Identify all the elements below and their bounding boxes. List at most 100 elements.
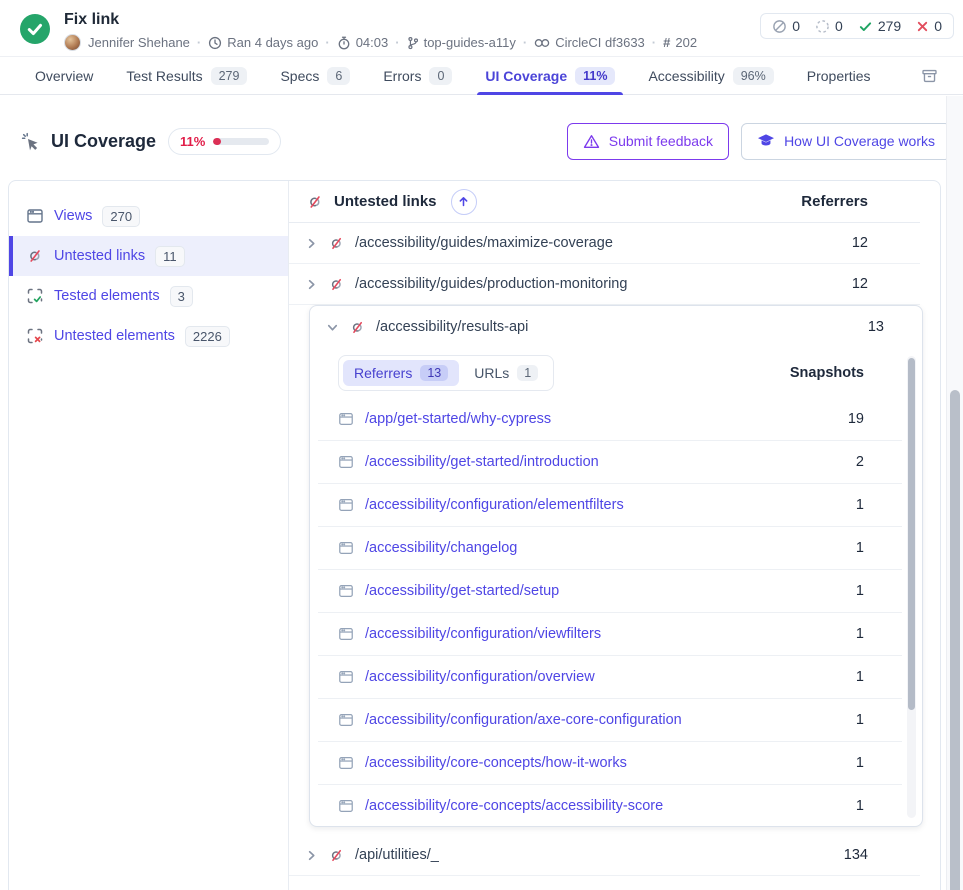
expanded-card-header: Referrers 13 URLs 1 Snapshots — [310, 348, 922, 398]
how-ui-coverage-works-button[interactable]: How UI Coverage works — [741, 123, 951, 160]
submit-feedback-button[interactable]: Submit feedback — [567, 123, 729, 160]
tab-referrers[interactable]: Referrers 13 — [343, 360, 459, 386]
referrer-row[interactable]: /accessibility/get-started/setup 1 — [318, 570, 902, 613]
referrers-count: 12 — [852, 276, 868, 292]
link-path: /api/utilities/_ — [355, 847, 439, 863]
snapshots-column-header: Snapshots — [790, 365, 864, 381]
link-row[interactable]: /accessibility/guides/maximize-coverage … — [289, 223, 920, 264]
run-build: # 202 — [663, 35, 697, 50]
link-row[interactable]: /accessibility/guides/production-monitor… — [289, 264, 920, 305]
sidebar-item-views[interactable]: Views 270 — [9, 196, 288, 236]
snapshots-count: 1 — [856, 583, 864, 599]
run-branch: top-guides-a11y — [407, 35, 516, 50]
sort-ascending-button[interactable] — [451, 189, 477, 215]
run-header: Fix link Jennifer Shehane · Ran 4 days a… — [0, 0, 963, 57]
snapshots-count: 19 — [848, 411, 864, 427]
tab-badge: 0 — [429, 67, 452, 85]
coverage-panel: Views 270 Untested links 11 Tested eleme… — [8, 180, 941, 890]
scrollbar-thumb[interactable] — [908, 358, 915, 710]
scrollbar-thumb[interactable] — [950, 390, 960, 890]
graduation-cap-icon — [757, 133, 775, 149]
chevron-right-icon — [305, 237, 318, 250]
tab-urls[interactable]: URLs 1 — [463, 360, 549, 386]
count-badge: 11 — [155, 246, 185, 267]
count-badge: 3 — [170, 286, 193, 307]
count-badge: 270 — [102, 206, 140, 227]
browser-window-icon — [338, 540, 354, 556]
pending-count: 0 — [815, 18, 843, 34]
tab-badge: 6 — [327, 67, 350, 85]
link-row[interactable]: /api/utilities/_ 134 — [289, 835, 920, 876]
referrer-path: /accessibility/get-started/introduction — [365, 454, 599, 470]
referrer-row[interactable]: /accessibility/core-concepts/how-it-work… — [318, 742, 902, 785]
tab-badge: 13 — [420, 365, 448, 381]
untested-links-list: Untested links Referrers /accessibility/… — [289, 181, 940, 890]
referrer-path: /app/get-started/why-cypress — [365, 411, 551, 427]
run-title: Fix link — [64, 10, 697, 30]
sidebar-item-untested-links[interactable]: Untested links 11 — [9, 236, 288, 276]
tab-overview[interactable]: Overview — [35, 57, 93, 94]
referrer-path: /accessibility/get-started/setup — [365, 583, 559, 599]
tab-specs[interactable]: Specs6 — [280, 57, 350, 94]
broken-link-icon — [26, 247, 44, 265]
referrer-row[interactable]: /accessibility/configuration/viewfilters… — [318, 613, 902, 656]
broken-link-icon — [328, 276, 345, 293]
tab-ui-coverage[interactable]: UI Coverage11% — [485, 57, 615, 94]
referrer-row[interactable]: /accessibility/changelog 1 — [318, 527, 902, 570]
arrow-up-icon — [457, 195, 470, 208]
archive-button[interactable] — [920, 57, 939, 94]
skipped-icon — [772, 19, 787, 34]
page-head: UI Coverage 11% Submit feedback How UI C… — [0, 108, 963, 174]
run-duration: 04:03 — [337, 35, 389, 50]
referrer-row[interactable]: /accessibility/configuration/axe-core-co… — [318, 699, 902, 742]
skipped-count: 0 — [772, 18, 800, 34]
link-row-expanded[interactable]: /accessibility/results-api 13 — [310, 306, 922, 348]
broken-link-icon — [349, 319, 366, 336]
sidebar-item-untested-elements[interactable]: Untested elements 2226 — [9, 316, 288, 356]
run-tab-bar: Overview Test Results279 Specs6 Errors0 … — [0, 57, 963, 95]
coverage-score-badge: 11% — [168, 128, 281, 155]
referrer-row[interactable]: /accessibility/get-started/introduction … — [318, 441, 902, 484]
stopwatch-icon — [337, 36, 351, 50]
tab-errors[interactable]: Errors0 — [383, 57, 452, 94]
tab-accessibility[interactable]: Accessibility96% — [648, 57, 773, 94]
chevron-down-icon — [326, 321, 339, 334]
referrers-count: 13 — [868, 319, 884, 335]
snapshots-count: 1 — [856, 712, 864, 728]
ui-coverage-icon — [20, 131, 41, 152]
failed-icon — [916, 20, 929, 33]
list-title: Untested links — [334, 193, 437, 210]
tab-test-results[interactable]: Test Results279 — [126, 57, 247, 94]
referrer-path: /accessibility/core-concepts/accessibili… — [365, 798, 663, 814]
browser-window-icon — [338, 669, 354, 685]
browser-window-icon — [338, 583, 354, 599]
broken-link-icon — [306, 193, 324, 211]
run-time: Ran 4 days ago — [208, 35, 318, 50]
link-path: /accessibility/guides/production-monitor… — [355, 276, 627, 292]
sidebar-item-tested-elements[interactable]: Tested elements 3 — [9, 276, 288, 316]
coverage-progress-bar — [213, 138, 269, 145]
referrer-row[interactable]: /accessibility/configuration/overview 1 — [318, 656, 902, 699]
referrer-row[interactable]: /accessibility/configuration/elementfilt… — [318, 484, 902, 527]
browser-window-icon — [338, 755, 354, 771]
untested-element-icon — [26, 327, 44, 345]
snapshots-count: 1 — [856, 626, 864, 642]
pending-icon — [815, 19, 830, 34]
archive-icon — [920, 67, 939, 85]
run-author: Jennifer Shehane — [88, 35, 190, 50]
run-ci: CircleCI df3633 — [534, 35, 645, 50]
expanded-card-scrollbar — [907, 356, 916, 818]
snapshots-count: 1 — [856, 540, 864, 556]
browser-window-icon — [338, 626, 354, 642]
referrer-path: /accessibility/core-concepts/how-it-work… — [365, 755, 627, 771]
run-result-counts: 0 0 279 0 — [760, 13, 954, 39]
tab-badge: 1 — [517, 365, 538, 381]
tab-properties[interactable]: Properties — [807, 57, 871, 94]
referrer-path: /accessibility/configuration/axe-core-co… — [365, 712, 682, 728]
avatar — [64, 34, 81, 51]
run-meta: Jennifer Shehane · Ran 4 days ago · 04:0… — [64, 34, 697, 51]
referrer-row[interactable]: /accessibility/core-concepts/accessibili… — [318, 785, 902, 827]
page-scrollbar — [946, 96, 963, 890]
referrer-row[interactable]: /app/get-started/why-cypress 19 — [318, 398, 902, 441]
referrer-path: /accessibility/configuration/elementfilt… — [365, 497, 624, 513]
